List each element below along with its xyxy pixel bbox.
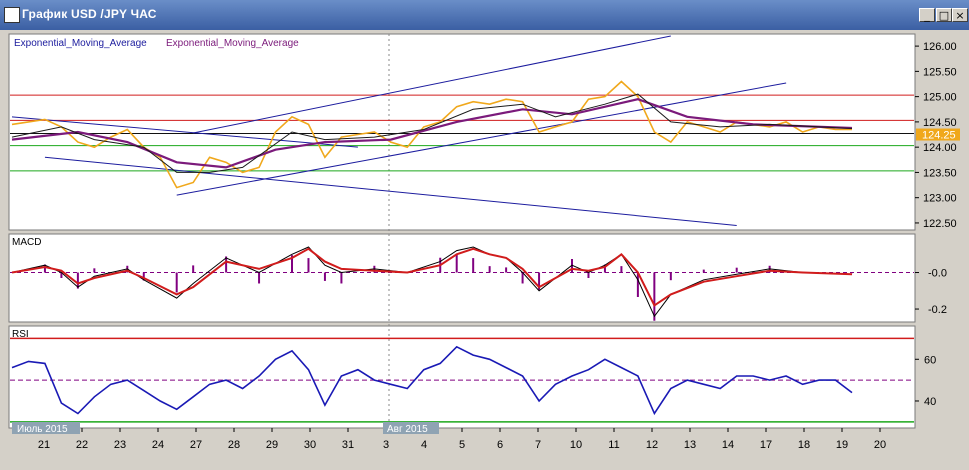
month-tag-july-label: Июль 2015: [17, 424, 68, 435]
time-tick-label: 3: [383, 439, 389, 451]
rsi-tick-label: 40: [924, 396, 936, 408]
price-tick-label: 126.00: [923, 41, 957, 53]
time-tick-label: 10: [570, 439, 582, 451]
time-tick-label: 5: [459, 439, 465, 451]
time-axis: 21 22 23 24 27 28 29 30 31 3 4 5 6 7 10 11 12 13 14 17 18 19 2…: [38, 428, 886, 451]
time-tick-label: 27: [190, 439, 202, 451]
time-tick-label: 31: [342, 439, 354, 451]
rsi-title: RSI: [12, 329, 29, 340]
price-tick-label: 123.50: [923, 167, 957, 179]
price-panel[interactable]: [8, 33, 916, 231]
month-tag-aug-label: Авг 2015: [387, 424, 428, 435]
chart-window-icon: [4, 7, 20, 23]
macd-title: MACD: [12, 237, 41, 248]
chart-window: График USD /JPY ЧАС _ □ × 126.00 125.50 12…: [0, 0, 969, 465]
window-title: График USD /JPY ЧАС: [22, 7, 157, 21]
time-tick-label: 18: [798, 439, 810, 451]
time-tick-label: 30: [304, 439, 316, 451]
time-tick-label: 14: [722, 439, 734, 451]
macd-tick-label: -0.0: [928, 268, 947, 280]
price-tick-label: 122.50: [923, 218, 957, 230]
price-tick-label: 124.00: [923, 142, 957, 154]
rsi-tick-label: 60: [924, 354, 936, 366]
time-tick-label: 20: [874, 439, 886, 451]
chart-area[interactable]: 126.00 125.50 125.00 124.50 124.00 123.50 123.…: [0, 30, 969, 465]
time-tick-label: 29: [266, 439, 278, 451]
price-tick-label: 125.00: [923, 92, 957, 104]
title-bar[interactable]: График USD /JPY ЧАС _ □ ×: [0, 0, 969, 30]
legend-ema-slow: Exponential_Moving_Average: [166, 38, 299, 49]
time-tick-label: 24: [152, 439, 164, 451]
time-tick-label: 12: [646, 439, 658, 451]
time-tick-label: 21: [38, 439, 50, 451]
price-tick-label: 125.50: [923, 66, 957, 78]
time-tick-label: 22: [76, 439, 88, 451]
minimize-button[interactable]: _: [919, 8, 935, 22]
time-tick-label: 23: [114, 439, 126, 451]
macd-tick-label: -0.2: [928, 304, 947, 316]
legend-ema-fast: Exponential_Moving_Average: [14, 38, 147, 49]
time-tick-label: 19: [836, 439, 848, 451]
maximize-button[interactable]: □: [936, 8, 952, 22]
time-tick-label: 6: [497, 439, 503, 451]
time-tick-label: 13: [684, 439, 696, 451]
price-tick-label: 123.00: [923, 193, 957, 205]
close-button[interactable]: ×: [952, 8, 968, 22]
time-tick-label: 7: [535, 439, 541, 451]
time-tick-label: 11: [608, 439, 619, 451]
chart-canvas[interactable]: 126.00 125.50 125.00 124.50 124.00 123.50 123.…: [0, 30, 969, 465]
time-tick-label: 4: [421, 439, 427, 451]
price-tick-label: 124.50: [923, 117, 957, 129]
last-price-label: 124.25: [922, 130, 956, 142]
time-tick-label: 17: [760, 439, 772, 451]
time-tick-label: 28: [228, 439, 240, 451]
